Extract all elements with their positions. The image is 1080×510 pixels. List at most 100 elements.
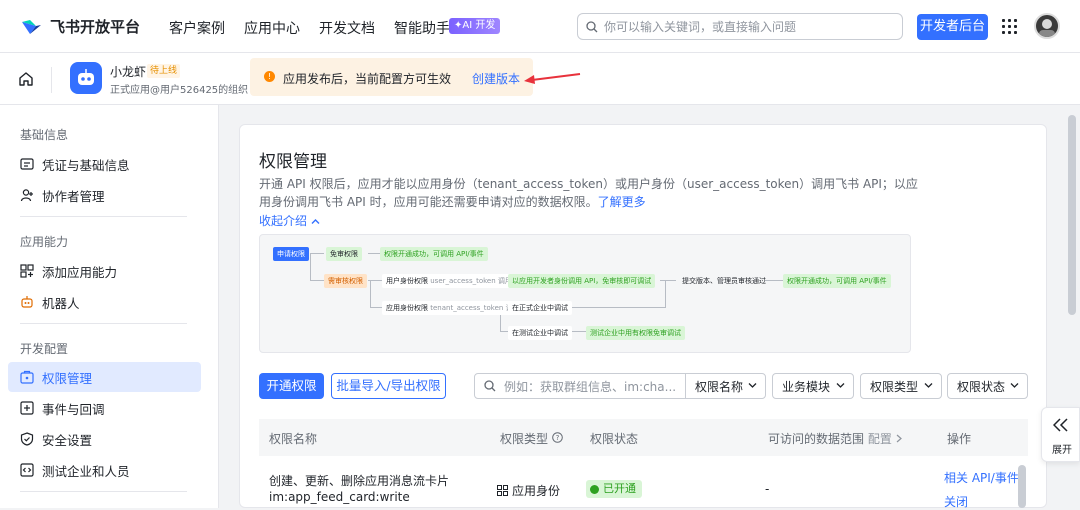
robot-icon (21, 296, 33, 308)
sidebar-item-label: 测试企业和人员 (42, 463, 130, 479)
filter-module-dropdown[interactable]: 业务模块 (772, 373, 854, 399)
diagram-free-result: 权限开通成功，可调用 API/事件 (380, 247, 488, 261)
code-icon (20, 463, 34, 477)
publish-notice: ! 应用发布后，当前配置方可生效 创建版本 (250, 58, 533, 96)
sidebar-item-label: 机器人 (42, 295, 80, 311)
svg-text:?: ? (555, 434, 559, 442)
developer-console-button[interactable]: 开发者后台 (917, 14, 988, 40)
dropdown-label: 权限类型 (870, 379, 919, 394)
id-card-icon (20, 158, 34, 170)
expand-panel-button[interactable]: 展开 (1041, 407, 1080, 462)
close-permission-link[interactable]: 关闭 (944, 493, 968, 510)
diagram-need-review: 需审核权限 (324, 274, 367, 288)
sidebar-item-bot[interactable]: 机器人 (8, 287, 201, 317)
shield-icon (20, 432, 34, 446)
nav-customer-cases[interactable]: 客户案例 (169, 18, 225, 38)
scope-config-link[interactable]: 配置 (868, 432, 892, 446)
permission-search-input[interactable]: 例如：获取群组信息、im:cha... (474, 373, 686, 399)
app-status-badge: 待上线 (147, 64, 181, 78)
nav-app-center[interactable]: 应用中心 (244, 18, 300, 38)
sidebar-item-security[interactable]: 安全设置 (8, 424, 201, 454)
dropdown-label: 业务模块 (782, 379, 831, 394)
diagram-submit: 提交版本、管理员审核通过 (682, 277, 766, 285)
description-text: 开通 API 权限后，应用才能以应用身份（tenant_access_token… (259, 177, 918, 209)
nav-smart-assistant[interactable]: 智能助手 (394, 18, 450, 38)
sidebar-group-dev-config: 开发配置 (20, 342, 69, 356)
add-grid-icon (20, 264, 34, 278)
dropdown-label: 权限状态 (957, 379, 1006, 394)
table-scrollbar[interactable] (1018, 465, 1026, 508)
chevron-right-icon (896, 434, 902, 443)
column-header-type: 权限类型 ? (500, 430, 563, 447)
sidebar-item-label: 事件与回调 (42, 401, 105, 417)
global-search-input[interactable]: 你可以输入关键词，或直接输入问题 (577, 13, 903, 40)
logo-text: 飞书开放平台 (50, 18, 141, 36)
lock-box-icon (20, 370, 34, 384)
collapse-intro-toggle[interactable]: 收起介绍 (259, 212, 320, 229)
feishu-logo-icon (20, 18, 42, 36)
expand-label: 展开 (1052, 445, 1072, 456)
chevron-up-icon (311, 219, 320, 224)
sidebar-group-capabilities: 应用能力 (20, 235, 69, 249)
permission-name: 创建、更新、删除应用消息流卡片 (269, 474, 450, 488)
logo[interactable]: 飞书开放平台 (20, 16, 140, 37)
page-description: 开通 API 权限后，应用才能以应用身份（tenant_access_token… (259, 175, 919, 211)
permission-code: im:app_feed_card:write (269, 490, 410, 504)
sidebar-item-permissions[interactable]: 权限管理 (8, 362, 201, 392)
user-avatar[interactable] (1034, 13, 1060, 39)
sidebar-item-add-capability[interactable]: 添加应用能力 (8, 256, 201, 286)
sidebar-item-label: 协作者管理 (42, 188, 105, 204)
filter-permission-name-dropdown[interactable]: 权限名称 (685, 373, 766, 399)
diagram-final-result: 权限开通成功，可调用 API/事件 (783, 274, 891, 288)
page-scrollbar[interactable] (1068, 115, 1076, 315)
filter-type-dropdown[interactable]: 权限类型 (860, 373, 942, 399)
import-export-button[interactable]: 批量导入/导出权限 (331, 373, 446, 399)
sidebar-divider (20, 216, 187, 217)
sidebar-divider (20, 323, 187, 324)
create-version-link[interactable]: 创建版本 (472, 70, 520, 87)
diagram-app-identity: 应用身份权限 tenant_access_token 调用 (382, 301, 524, 315)
help-icon: ? (552, 432, 563, 443)
diagram-user-result: 以应用开发者身份调用 API，免审核即可调试 (508, 274, 656, 288)
sidebar-item-label: 安全设置 (42, 432, 93, 448)
ai-dev-badge: ✦AI 开发 (449, 18, 501, 34)
app-org-label: 正式应用@用户526425的组织 (110, 85, 249, 96)
chevron-down-icon (1010, 383, 1019, 388)
sidebar-item-events[interactable]: 事件与回调 (8, 393, 201, 423)
home-icon[interactable] (18, 71, 34, 91)
notice-text: 应用发布后，当前配置方可生效 (283, 72, 452, 86)
data-scope: - (765, 482, 770, 496)
sidebar-divider (20, 491, 187, 492)
sidebar-item-collaborators[interactable]: 协作者管理 (8, 180, 201, 210)
sidebar-group-basic: 基础信息 (20, 128, 69, 142)
double-chevron-left-icon (1053, 418, 1068, 432)
enable-permission-button[interactable]: 开通权限 (259, 373, 324, 399)
red-arrow-icon (524, 73, 581, 84)
status-badge: 已开通 (586, 480, 642, 498)
diagram-free: 免审权限 (326, 247, 362, 261)
event-icon (20, 401, 34, 415)
search-icon (484, 380, 496, 392)
related-api-link[interactable]: 相关 API/事件 (944, 469, 1019, 486)
column-header-name: 权限名称 (269, 432, 318, 446)
diagram-test-result: 测试企业中用有权限免审调试 (586, 326, 685, 340)
column-header-status: 权限状态 (590, 432, 639, 446)
column-header-actions: 操作 (947, 432, 972, 446)
check-icon (590, 484, 599, 494)
grid-icon (497, 485, 508, 496)
learn-more-link[interactable]: 了解更多 (598, 195, 646, 209)
sidebar-item-credentials[interactable]: 凭证与基础信息 (8, 149, 201, 179)
sidebar-item-test-tenants[interactable]: 测试企业和人员 (8, 455, 201, 485)
sidebar: 基础信息 凭证与基础信息 协作者管理 应用能力 添加应用能力 机器人 开发配置 … (0, 105, 219, 508)
filter-status-dropdown[interactable]: 权限状态 (947, 373, 1028, 399)
permission-flow-diagram: 申请权限 免审权限 权限开通成功，可调用 API/事件 需审核权限 用户身份权限… (259, 234, 911, 353)
diagram-user-identity: 用户身份权限 user_access_token 调用 (382, 274, 516, 288)
app-name: 小龙虾 (110, 65, 147, 79)
warning-icon: ! (264, 71, 275, 82)
collapse-label: 收起介绍 (259, 214, 308, 228)
search-placeholder: 例如：获取群组信息、im:cha... (504, 379, 677, 394)
diagram-apply: 申请权限 (273, 247, 309, 261)
add-user-icon (20, 189, 33, 202)
apps-grid-icon[interactable] (1002, 19, 1017, 34)
nav-dev-docs[interactable]: 开发文档 (319, 18, 375, 38)
